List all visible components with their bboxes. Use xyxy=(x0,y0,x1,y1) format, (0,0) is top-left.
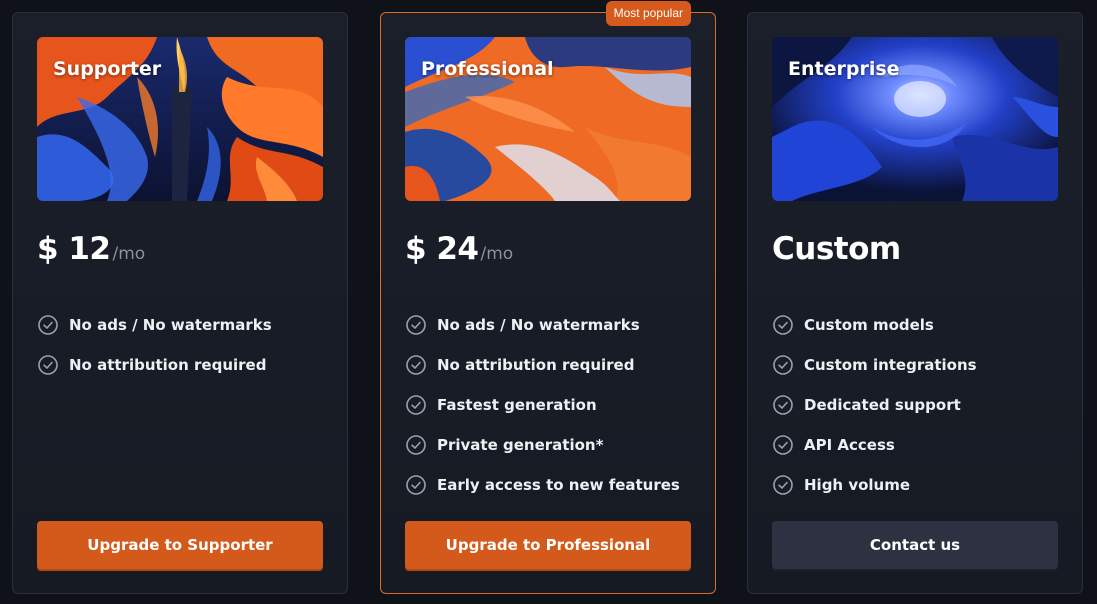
feature-label: No ads / No watermarks xyxy=(437,316,640,334)
feature-item: No ads / No watermarks xyxy=(37,305,272,345)
price-amount: Custom xyxy=(772,231,901,267)
check-circle-icon xyxy=(773,355,793,375)
plan-artwork-supporter: Supporter xyxy=(37,37,323,201)
feature-label: Custom models xyxy=(804,316,934,334)
check-circle-icon xyxy=(38,315,58,335)
feature-item: No ads / No watermarks xyxy=(405,305,680,345)
feature-item: Custom models xyxy=(772,305,977,345)
pricing-plans: Supporter $ 12 /mo No ads / No watermark… xyxy=(0,0,1097,604)
feature-label: API Access xyxy=(804,436,895,454)
plan-price: $ 12 /mo xyxy=(37,231,145,267)
check-circle-icon xyxy=(773,475,793,495)
feature-label: No ads / No watermarks xyxy=(69,316,272,334)
plan-price: $ 24 /mo xyxy=(405,231,513,267)
feature-item: Fastest generation xyxy=(405,385,680,425)
plan-card-enterprise: Enterprise Custom Custom models Custom i… xyxy=(747,12,1083,594)
check-circle-icon xyxy=(406,435,426,455)
check-circle-icon xyxy=(406,395,426,415)
feature-item: Dedicated support xyxy=(772,385,977,425)
plan-price: Custom xyxy=(772,231,903,267)
check-circle-icon xyxy=(406,355,426,375)
price-period: /mo xyxy=(480,244,514,264)
price-period: /mo xyxy=(112,244,146,264)
feature-list: No ads / No watermarks No attribution re… xyxy=(37,305,272,385)
plan-name: Supporter xyxy=(53,58,162,80)
plan-card-supporter: Supporter $ 12 /mo No ads / No watermark… xyxy=(12,12,348,594)
feature-item: No attribution required xyxy=(37,345,272,385)
plan-name: Enterprise xyxy=(788,58,900,80)
feature-list: No ads / No watermarks No attribution re… xyxy=(405,305,680,505)
feature-label: No attribution required xyxy=(69,356,267,374)
check-circle-icon xyxy=(773,315,793,335)
plan-artwork-enterprise: Enterprise xyxy=(772,37,1058,201)
check-circle-icon xyxy=(406,315,426,335)
feature-item: Early access to new features xyxy=(405,465,680,505)
feature-label: Early access to new features xyxy=(437,476,680,494)
feature-list: Custom models Custom integrations Dedica… xyxy=(772,305,977,505)
feature-label: Custom integrations xyxy=(804,356,977,374)
feature-label: Fastest generation xyxy=(437,396,597,414)
feature-label: No attribution required xyxy=(437,356,635,374)
most-popular-badge: Most popular xyxy=(605,1,691,26)
feature-label: Private generation* xyxy=(437,436,604,454)
plan-artwork-professional: Professional xyxy=(405,37,691,201)
feature-label: High volume xyxy=(804,476,911,494)
plan-card-professional: Most popular Professional $ 24 /mo No ad… xyxy=(380,1,716,594)
feature-item: No attribution required xyxy=(405,345,680,385)
feature-item: High volume xyxy=(772,465,977,505)
check-circle-icon xyxy=(406,475,426,495)
price-amount: $ 24 xyxy=(405,231,479,267)
upgrade-supporter-button[interactable]: Upgrade to Supporter xyxy=(37,521,323,569)
contact-us-button[interactable]: Contact us xyxy=(772,521,1058,569)
feature-item: Custom integrations xyxy=(772,345,977,385)
check-circle-icon xyxy=(773,395,793,415)
price-amount: $ 12 xyxy=(37,231,111,267)
upgrade-professional-button[interactable]: Upgrade to Professional xyxy=(405,521,691,569)
feature-label: Dedicated support xyxy=(804,396,961,414)
check-circle-icon xyxy=(773,435,793,455)
feature-item: API Access xyxy=(772,425,977,465)
check-circle-icon xyxy=(38,355,58,375)
plan-name: Professional xyxy=(421,58,554,80)
feature-item: Private generation* xyxy=(405,425,680,465)
